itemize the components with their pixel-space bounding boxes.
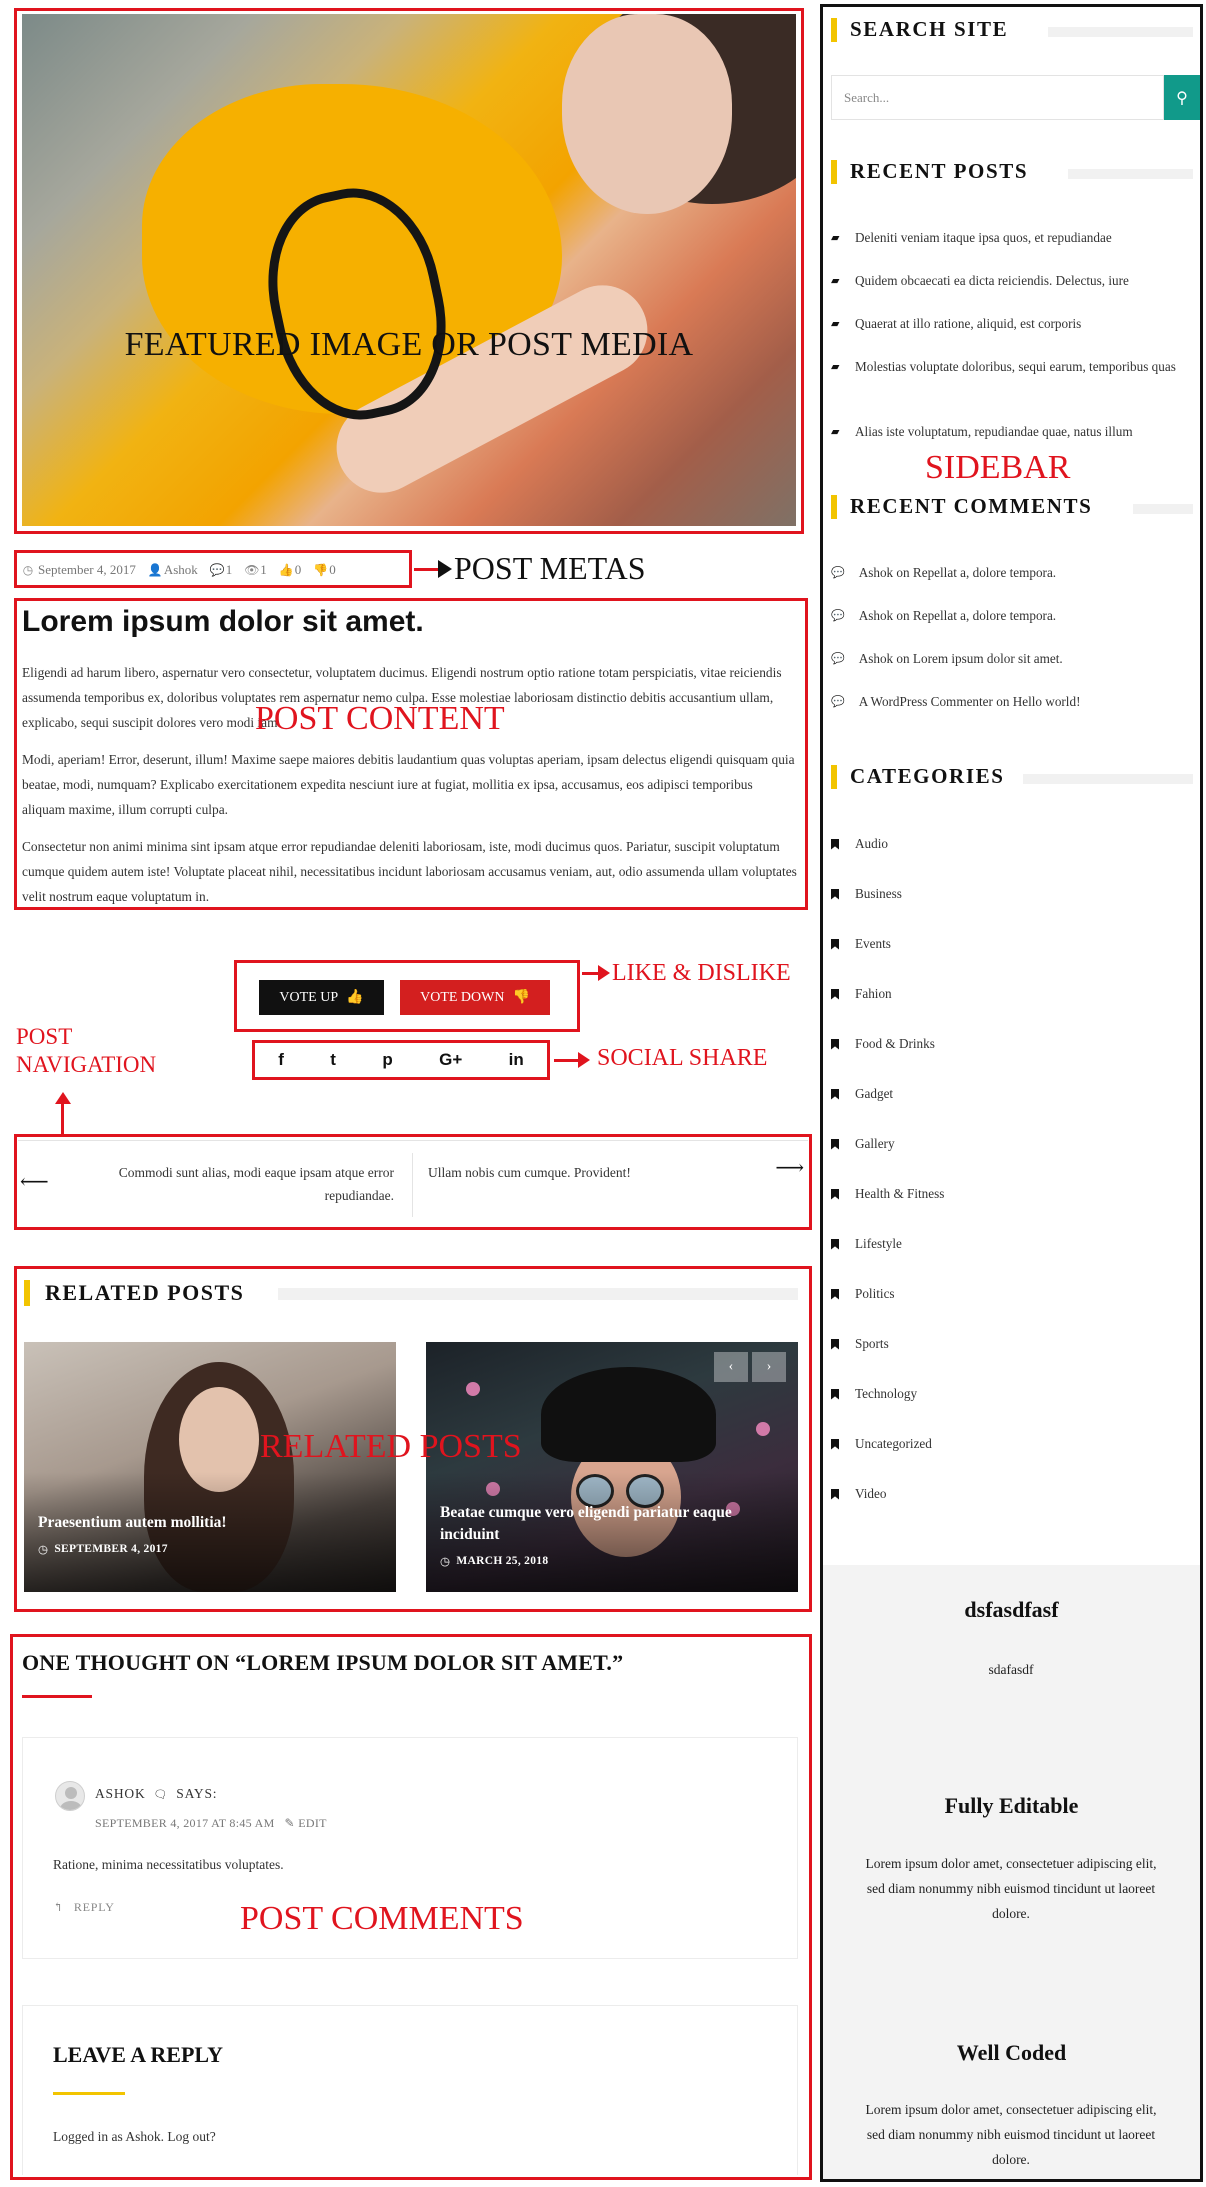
recent-post-item[interactable]: ▰ Molestias voluptate doloribus, sequi ea… [831, 356, 1191, 378]
widget-title: Well Coded [956, 2040, 1067, 2065]
label-sidebar: SIDEBAR [925, 449, 1071, 486]
recent-comment-item[interactable]: 💬 A WordPress Commenter on Hello world! [831, 691, 1191, 713]
category-item[interactable]: Business [831, 886, 902, 902]
recent-comment-item[interactable]: 💬 Ashok on Repellat a, dolore tempora. [831, 562, 1191, 584]
bookmark-icon [831, 1238, 839, 1250]
widget-title: dsfasdfasf [964, 1597, 1059, 1622]
annotation-arrowhead-social [578, 1052, 590, 1068]
label-related-posts: RELATED POSTS [260, 1428, 522, 1465]
label-post-navigation: POST NAVIGATION [16, 1024, 157, 1077]
recent-comments-title: RECENT COMMENTS [850, 494, 1093, 518]
search-input[interactable]: Search... [831, 75, 1164, 120]
sidebar-widgets-area: dsfasdfasf sdafasdf Fully Editable Lorem… [823, 1565, 1200, 2179]
bookmark-icon [831, 888, 839, 900]
recent-comment-item[interactable]: 💬 Ashok on Lorem ipsum dolor sit amet. [831, 648, 1191, 670]
category-item[interactable]: Food & Drinks [831, 1036, 935, 1052]
label-like-dislike: LIKE & DISLIKE [612, 960, 791, 986]
widget-title-line [1023, 774, 1193, 784]
document-icon: ▰ [831, 361, 840, 373]
categories-title: CATEGORIES [850, 764, 1005, 788]
document-icon: ▰ [831, 426, 840, 438]
search-button[interactable]: ⚲ [1164, 75, 1200, 120]
category-item[interactable]: Sports [831, 1336, 889, 1352]
bookmark-icon [831, 1438, 839, 1450]
widget-title-bar [831, 765, 837, 789]
recent-posts-title: RECENT POSTS [850, 159, 1029, 183]
widget-text: Lorem ipsum dolor amet, consectetuer adi… [865, 2102, 1157, 2167]
bookmark-icon [831, 988, 839, 1000]
label-social-share: SOCIAL SHARE [597, 1045, 768, 1071]
annotation-box-metas [14, 550, 412, 588]
category-item[interactable]: Fahion [831, 986, 892, 1002]
widget-title-bar [831, 18, 837, 42]
bookmark-icon [831, 1138, 839, 1150]
category-item[interactable]: Lifestyle [831, 1236, 902, 1252]
recent-post-item[interactable]: ▰ Deleniti veniam itaque ipsa quos, et re… [831, 227, 1191, 249]
annotation-arrowhead-metas [438, 560, 452, 578]
annotation-box-content [14, 598, 808, 910]
widget-title-line [1068, 169, 1193, 179]
bookmark-icon [831, 1088, 839, 1100]
comment-icon: 💬 [831, 696, 845, 708]
widget-title-line [1048, 27, 1193, 37]
category-item[interactable]: Video [831, 1486, 886, 1502]
recent-post-item[interactable]: ▰ Alias iste voluptatum, repudiandae quae… [831, 421, 1191, 443]
bookmark-icon [831, 838, 839, 850]
bookmark-icon [831, 1188, 839, 1200]
annotation-arrowhead-nav [55, 1092, 71, 1104]
comment-icon: 💬 [831, 653, 845, 665]
recent-post-item[interactable]: ▰ Quidem obcaecati ea dicta reiciendis. D… [831, 270, 1191, 292]
widget-text: sdafasdf [988, 1662, 1034, 1677]
annotation-box-social [252, 1040, 550, 1080]
annotation-box-comments [10, 1634, 812, 2180]
bookmark-icon [831, 1288, 839, 1300]
category-item[interactable]: Events [831, 936, 891, 952]
annotation-box-featured [14, 8, 804, 534]
category-item[interactable]: Health & Fitness [831, 1186, 944, 1202]
category-item[interactable]: Uncategorized [831, 1436, 932, 1452]
recent-comment-item[interactable]: 💬 Ashok on Repellat a, dolore tempora. [831, 605, 1191, 627]
search-widget-title: SEARCH SITE [850, 17, 1009, 41]
bookmark-icon [831, 938, 839, 950]
widget-title-line [1133, 504, 1193, 514]
label-post-metas: POST METAS [454, 550, 646, 586]
search-icon: ⚲ [1176, 89, 1188, 107]
annotation-arrow-nav [61, 1100, 64, 1134]
document-icon: ▰ [831, 275, 840, 287]
category-item[interactable]: Gallery [831, 1136, 895, 1152]
label-post-content: POST CONTENT [255, 700, 505, 737]
bookmark-icon [831, 1488, 839, 1500]
sidebar: SEARCH SITE Search... ⚲ RECENT POSTS ▰ De… [820, 4, 1203, 2182]
category-item[interactable]: Gadget [831, 1086, 893, 1102]
bookmark-icon [831, 1338, 839, 1350]
comment-icon: 💬 [831, 567, 845, 579]
annotation-box-nav [14, 1134, 812, 1230]
bookmark-icon [831, 1038, 839, 1050]
bookmark-icon [831, 1388, 839, 1400]
document-icon: ▰ [831, 318, 840, 330]
widget-text: Lorem ipsum dolor amet, consectetuer adi… [865, 1856, 1157, 1921]
document-icon: ▰ [831, 232, 840, 244]
category-item[interactable]: Politics [831, 1286, 895, 1302]
category-item[interactable]: Audio [831, 836, 888, 852]
category-item[interactable]: Technology [831, 1386, 917, 1402]
widget-title: Fully Editable [944, 1793, 1079, 1818]
widget-title-bar [831, 160, 837, 184]
annotation-arrowhead-vote [598, 965, 610, 981]
widget-title-bar [831, 495, 837, 519]
recent-post-item[interactable]: ▰ Quaerat at illo ratione, aliquid, est c… [831, 313, 1191, 335]
comment-icon: 💬 [831, 610, 845, 622]
annotation-box-vote [234, 960, 580, 1032]
